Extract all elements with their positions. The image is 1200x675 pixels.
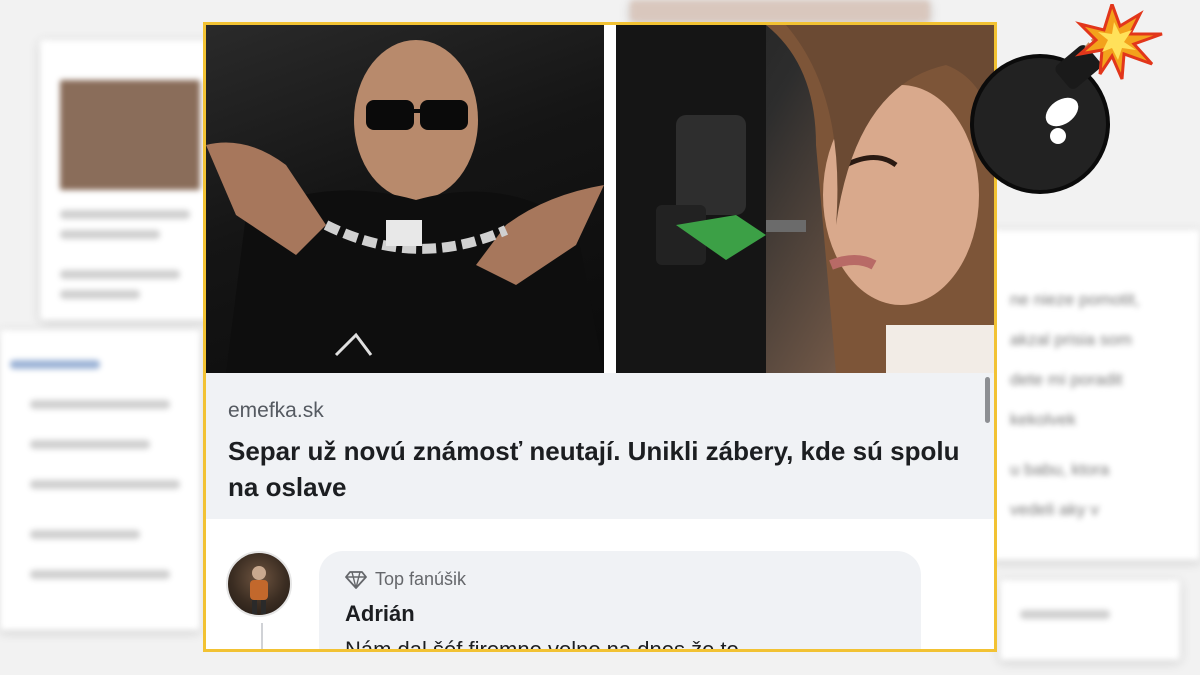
rapper-photo-illustration: [206, 40, 604, 373]
comment-section: Top fanúšik Adrián Nám dal šéf firemne v…: [206, 519, 994, 652]
post-photo-right[interactable]: [616, 25, 994, 373]
post-photo-left[interactable]: [206, 25, 604, 373]
avatar-figure: [250, 566, 268, 614]
avatar[interactable]: [226, 551, 292, 617]
bg-card-right: ne nieze pomotit, akzal prisia som dete …: [990, 230, 1200, 560]
bg-card-left-top: [40, 40, 220, 320]
photo-divider: [604, 25, 616, 373]
comment-bubble[interactable]: Top fanúšik Adrián Nám dal šéf firemne v…: [319, 551, 921, 652]
bg-card-left-bottom: [0, 330, 200, 630]
thread-line: [261, 623, 263, 649]
woman-photo-illustration: [616, 25, 994, 373]
top-fan-badge: Top fanúšik: [345, 569, 466, 590]
post-card[interactable]: emefka.sk Separ už novú známosť neutají.…: [203, 22, 997, 652]
link-headline[interactable]: Separ už novú známosť neutají. Unikli zá…: [228, 433, 968, 505]
link-preview[interactable]: emefka.sk Separ už novú známosť neutají.…: [206, 373, 994, 519]
bg-card-top: [630, 0, 930, 22]
scrollbar[interactable]: [985, 377, 990, 423]
diamond-icon: [345, 570, 367, 589]
link-domain[interactable]: emefka.sk: [228, 399, 324, 423]
bomb-icon: [970, 4, 1163, 194]
comment-text: Nám dal šéf firemne volno na dnes že to: [345, 637, 739, 652]
comment-author[interactable]: Adrián: [345, 601, 415, 627]
badge-label: Top fanúšik: [375, 569, 467, 589]
bg-card-right-bottom: [1000, 580, 1180, 660]
